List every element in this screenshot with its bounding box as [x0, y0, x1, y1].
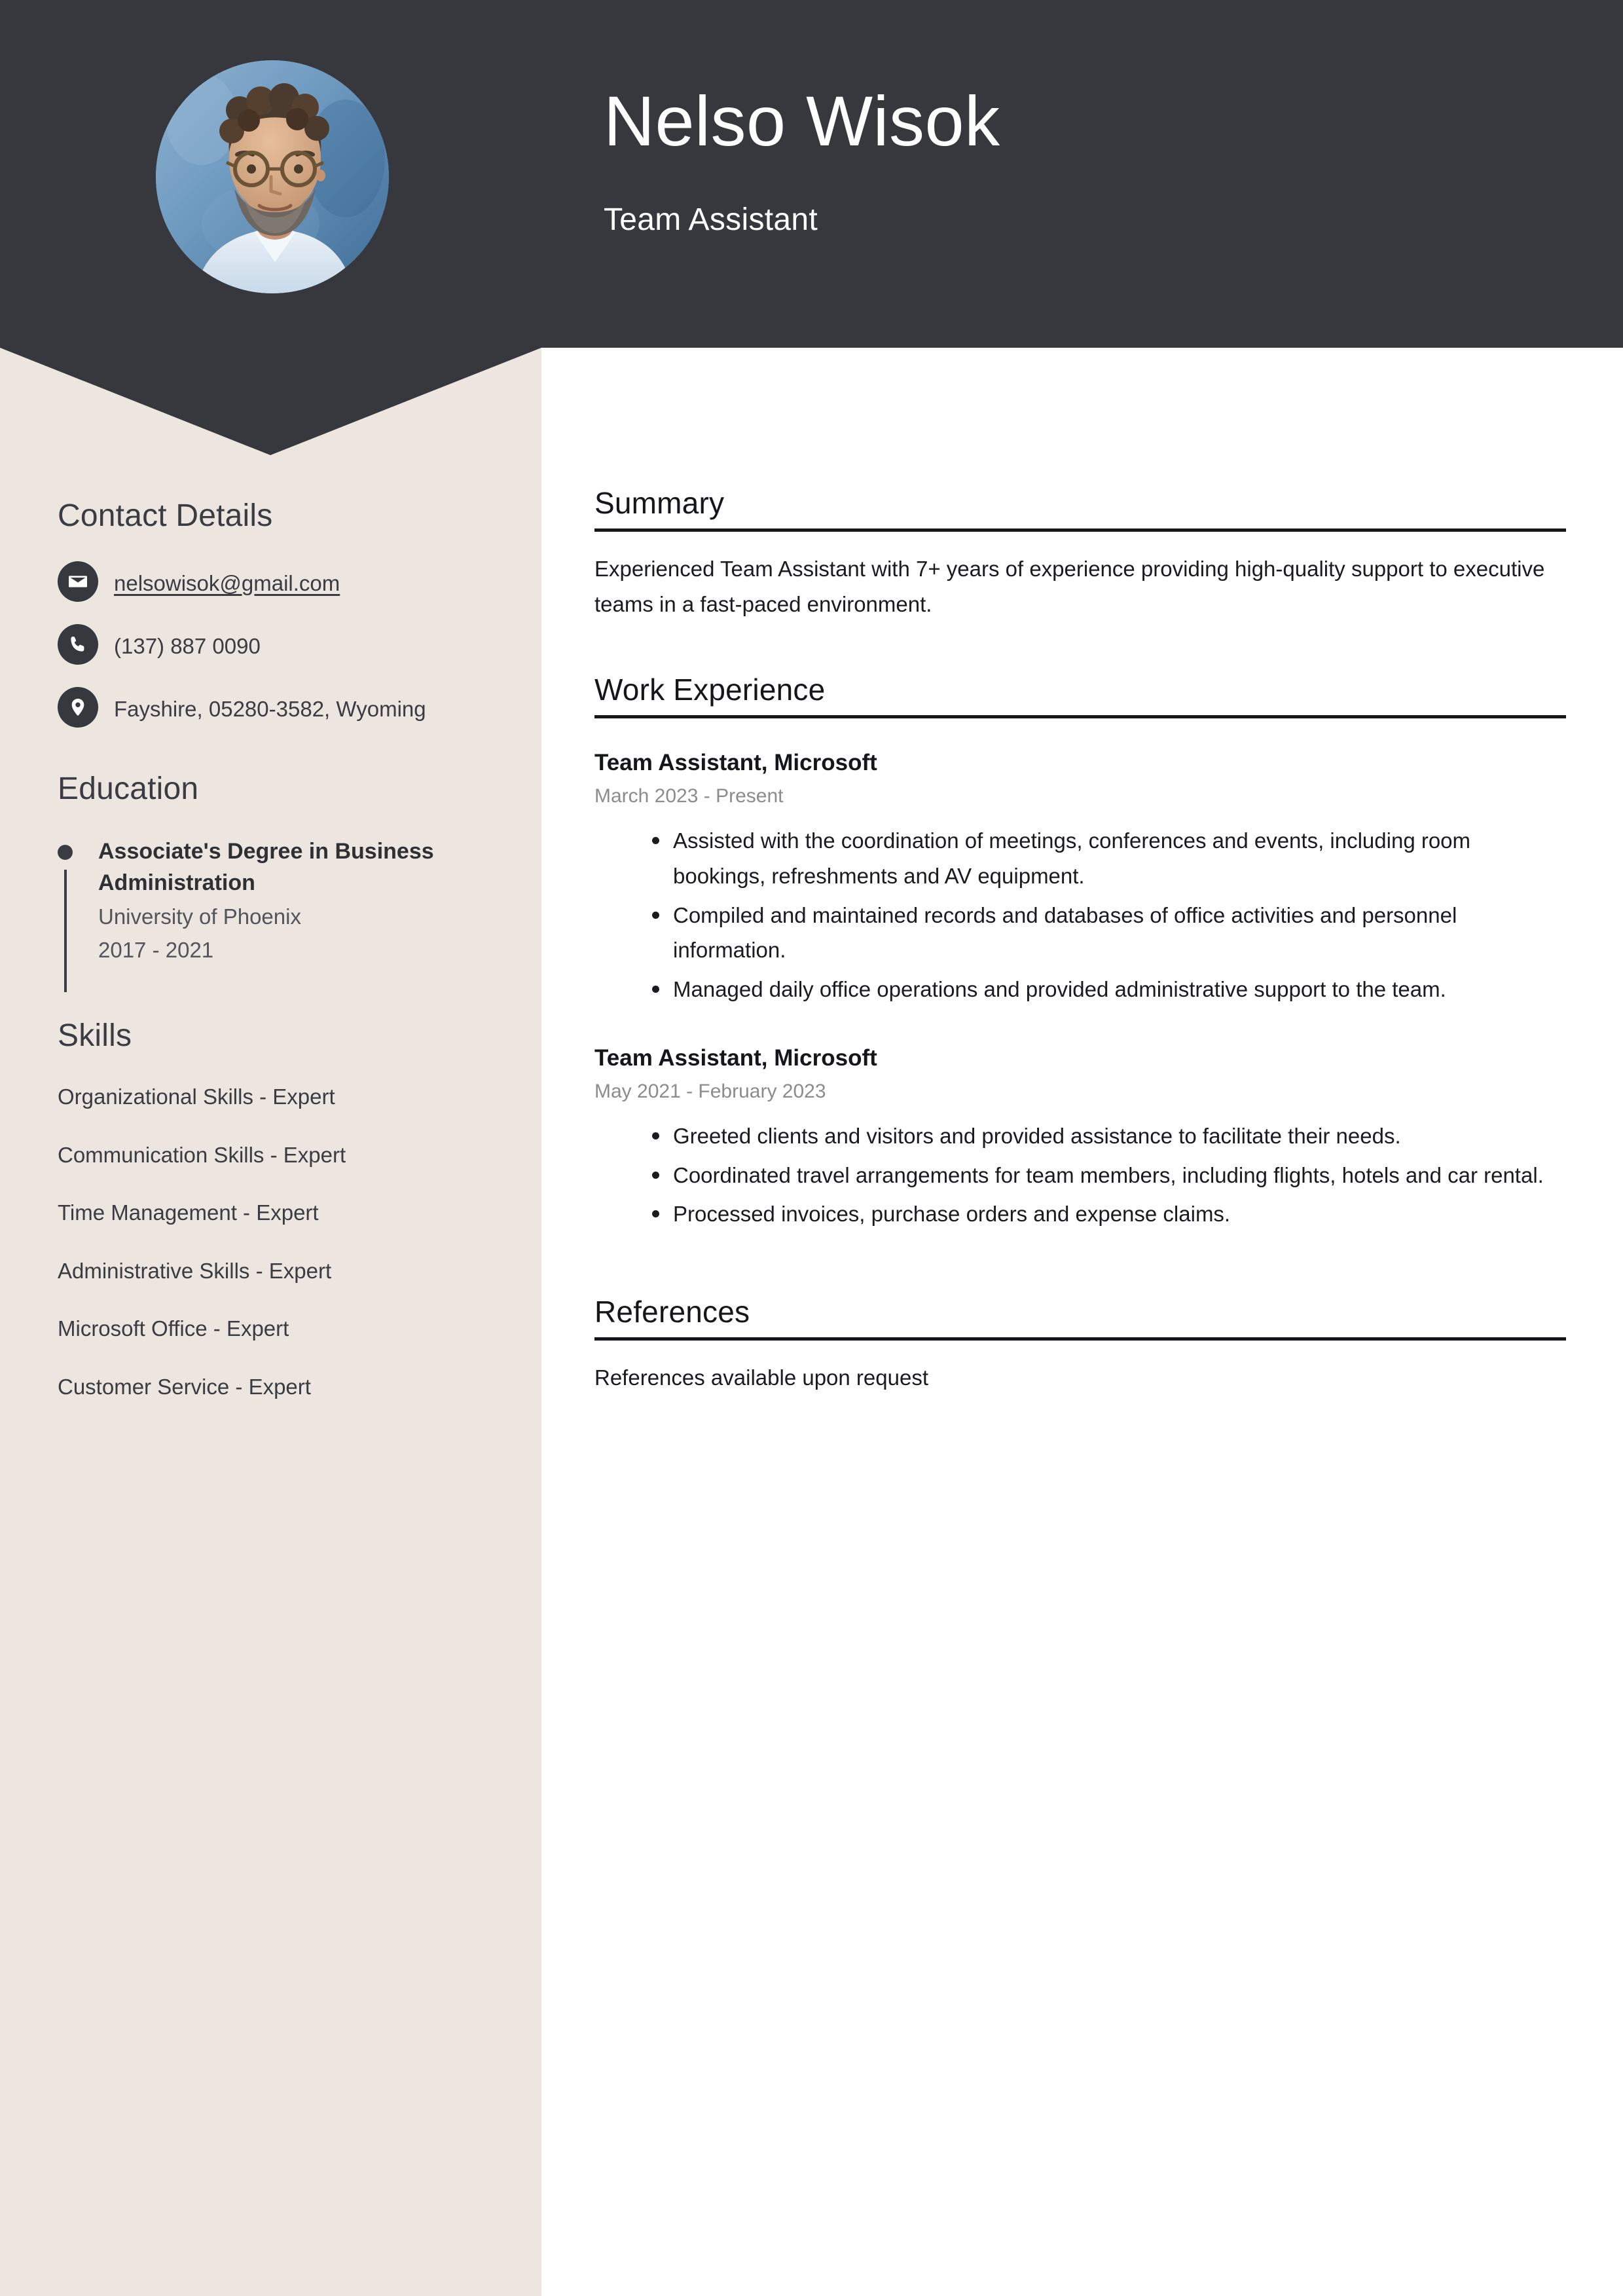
- education-dates: 2017 - 2021: [98, 938, 214, 963]
- page-title: Nelso Wisok: [604, 81, 1000, 160]
- job-dates: March 2023 - Present: [594, 785, 784, 807]
- sidebar-content: Contact Details nelsowisok@gmail.com (13…: [58, 498, 503, 1401]
- job-title: Team Assistant, Microsoft: [594, 750, 877, 776]
- envelope-icon: [58, 561, 98, 602]
- job-bullet: Coordinated travel arrangements for team…: [594, 1158, 1566, 1193]
- job-entry: Team Assistant, Microsoft March 2023 - P…: [594, 749, 1566, 1007]
- education-item: Associate's Degree in Business Administr…: [58, 836, 503, 992]
- address-value: Fayshire, 05280-3582, Wyoming: [114, 697, 426, 721]
- skill-item: Organizational Skills - Expert: [58, 1084, 335, 1109]
- references-heading: References: [594, 1295, 750, 1329]
- contact-item-address: Fayshire, 05280-3582, Wyoming: [58, 687, 503, 728]
- email-value[interactable]: nelsowisok@gmail.com: [114, 561, 340, 600]
- phone-value: (137) 887 0090: [114, 634, 261, 658]
- job-bullet-list: Assisted with the coordination of meetin…: [594, 823, 1566, 1007]
- job-bullet: Assisted with the coordination of meetin…: [594, 823, 1566, 894]
- contact-list: nelsowisok@gmail.com (137) 887 0090 Fays…: [58, 561, 503, 728]
- references-text: References available upon request: [594, 1365, 929, 1390]
- work-experience-section: Work Experience Team Assistant, Microsof…: [594, 673, 1566, 1232]
- timeline-line: [64, 870, 67, 992]
- main-content: Summary Experienced Team Assistant with …: [594, 486, 1566, 1396]
- references-divider: [594, 1337, 1566, 1341]
- summary-heading: Summary: [594, 486, 725, 520]
- resume-page: Nelso Wisok Team Assistant Contact Detai…: [0, 0, 1623, 2296]
- skill-item: Microsoft Office - Expert: [58, 1316, 289, 1341]
- job-title: Team Assistant, Microsoft: [594, 1045, 877, 1071]
- contact-item-email[interactable]: nelsowisok@gmail.com: [58, 561, 503, 602]
- skill-item: Time Management - Expert: [58, 1200, 319, 1225]
- education-school: University of Phoenix: [98, 904, 301, 929]
- location-pin-icon: [58, 687, 98, 728]
- skill-item: Communication Skills - Expert: [58, 1142, 346, 1167]
- skill-item: Administrative Skills - Expert: [58, 1258, 332, 1283]
- work-experience-divider: [594, 715, 1566, 719]
- job-bullet-list: Greeted clients and visitors and provide…: [594, 1119, 1566, 1232]
- education-heading: Education: [58, 771, 199, 806]
- job-dates: May 2021 - February 2023: [594, 1080, 826, 1102]
- references-section: References References available upon req…: [594, 1295, 1566, 1396]
- contact-details-heading: Contact Details: [58, 498, 273, 533]
- header-chevron-shape: [0, 341, 541, 455]
- contact-item-phone[interactable]: (137) 887 0090: [58, 624, 503, 665]
- avatar: [156, 60, 389, 293]
- job-bullet: Managed daily office operations and prov…: [594, 972, 1566, 1007]
- job-bullet: Compiled and maintained records and data…: [594, 898, 1566, 969]
- summary-text: Experienced Team Assistant with 7+ years…: [594, 556, 1545, 616]
- summary-section: Summary Experienced Team Assistant with …: [594, 486, 1566, 621]
- job-entry: Team Assistant, Microsoft May 2021 - Feb…: [594, 1044, 1566, 1232]
- job-role-subtitle: Team Assistant: [604, 202, 818, 237]
- skill-item: Customer Service - Expert: [58, 1374, 311, 1399]
- profile-photo: [156, 60, 389, 293]
- work-experience-heading: Work Experience: [594, 673, 826, 707]
- job-bullet: Greeted clients and visitors and provide…: [594, 1119, 1566, 1154]
- education-degree: Associate's Degree in Business Administr…: [98, 839, 434, 896]
- timeline-dot-icon: [58, 845, 73, 860]
- phone-icon: [58, 624, 98, 665]
- skills-heading: Skills: [58, 1018, 132, 1054]
- summary-divider: [594, 528, 1566, 532]
- job-bullet: Processed invoices, purchase orders and …: [594, 1196, 1566, 1232]
